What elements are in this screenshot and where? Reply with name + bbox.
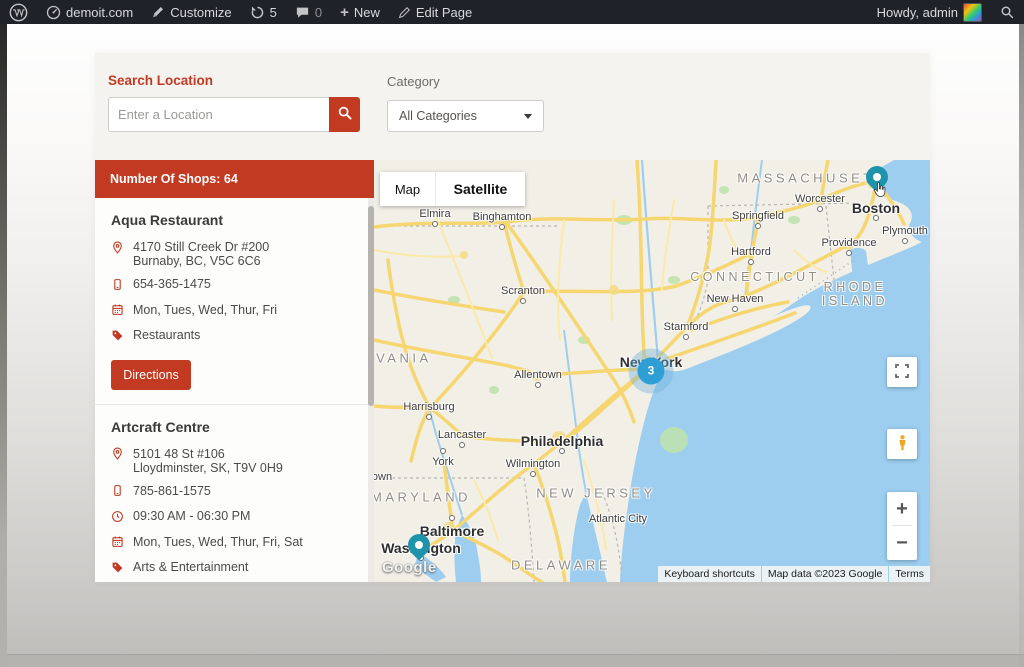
location-input[interactable] <box>108 97 329 132</box>
category-label: Category <box>387 74 440 89</box>
map-canvas[interactable]: MASSACHUSETCONNECTICUTRHODEISLANDLVANIAM… <box>374 160 930 582</box>
shops-list: Aqua Restaurant 4170 Still Creek Dr #200B… <box>95 198 374 582</box>
shops-count-header: Number Of Shops: 64 <box>95 160 374 198</box>
tag-icon <box>111 328 124 345</box>
page-background: Search Location Category All Categories … <box>0 24 1024 667</box>
bottom-band <box>0 654 1024 667</box>
magnifier-icon <box>337 105 353 124</box>
shop-item: Aqua Restaurant 4170 Still Creek Dr #200B… <box>95 198 374 405</box>
shop-detail-row: 4170 Still Creek Dr #200Burnaby, BC, V5C… <box>111 240 358 268</box>
shop-detail-text: 654-365-1475 <box>133 277 211 294</box>
google-logo[interactable]: Google <box>382 559 437 576</box>
map-attribution: Keyboard shortcuts Map data ©2023 Google… <box>658 566 930 582</box>
account-menu[interactable]: Howdy, admin <box>868 0 991 24</box>
howdy-label: Howdy, admin <box>877 5 958 20</box>
shop-detail-text: Restaurants <box>133 328 200 345</box>
new-content-menu[interactable]: + New <box>331 0 389 24</box>
brush-icon <box>151 5 165 19</box>
map-type-button[interactable]: Map <box>380 172 436 206</box>
site-name-menu[interactable]: demoit.com <box>37 0 142 24</box>
calendar-icon <box>111 535 124 552</box>
washington-marker[interactable] <box>408 534 430 556</box>
comments-icon <box>295 5 310 20</box>
shop-detail-row: Restaurants <box>111 328 358 345</box>
shop-detail-text: 09:30 AM - 06:30 PM <box>133 509 250 526</box>
pin-icon <box>111 447 124 475</box>
shop-detail-text: 5101 48 St #106Lloydminster, SK, T9V 0H9 <box>133 447 283 475</box>
screen: demoit.com Customize 5 0 + New Edit Page <box>0 0 1024 667</box>
shop-detail-text: Mon, Tues, Wed, Thur, Fri, Sat <box>133 535 303 552</box>
clock-icon <box>111 509 124 526</box>
shop-detail-text: Arts & Entertainment <box>133 560 248 577</box>
tag-icon <box>111 560 124 577</box>
zoom-in-button[interactable]: + <box>887 492 917 525</box>
edit-page-menu[interactable]: Edit Page <box>389 0 481 24</box>
admin-bar-right: Howdy, admin <box>868 0 1024 24</box>
admin-bar-left: demoit.com Customize 5 0 + New Edit Page <box>0 0 481 24</box>
phone-icon <box>111 484 124 501</box>
store-locator-card: Search Location Category All Categories … <box>95 53 930 582</box>
search-row <box>108 97 360 132</box>
shop-detail-row: Arts & Entertainment <box>111 560 358 577</box>
shop-detail-row: 5101 48 St #106Lloydminster, SK, T9V 0H9 <box>111 447 358 475</box>
shop-name: Artcraft Centre <box>111 419 358 435</box>
shop-detail-row: Mon, Tues, Wed, Thur, Fri <box>111 303 358 320</box>
site-name-label: demoit.com <box>66 5 133 20</box>
terms-link[interactable]: Terms <box>889 566 930 582</box>
map-type-control: Map Satellite <box>380 172 525 206</box>
updates-menu[interactable]: 5 <box>241 0 286 24</box>
shop-name: Aqua Restaurant <box>111 212 358 228</box>
map-data-text: Map data ©2023 Google <box>762 566 889 582</box>
avatar <box>963 3 982 22</box>
phone-icon <box>111 277 124 294</box>
fullscreen-icon <box>895 364 909 381</box>
wp-admin-bar: demoit.com Customize 5 0 + New Edit Page <box>0 0 1024 24</box>
shop-detail-row: 785-861-1575 <box>111 484 358 501</box>
updates-count: 5 <box>270 5 277 20</box>
shop-detail-text: Mon, Tues, Wed, Thur, Fri <box>133 303 277 320</box>
shop-detail-text: 785-861-1575 <box>133 484 211 501</box>
shop-detail-row: 654-365-1475 <box>111 277 358 294</box>
zoom-out-button[interactable]: − <box>887 526 917 559</box>
pegman-icon <box>895 434 910 454</box>
wordpress-logo-menu[interactable] <box>0 0 37 24</box>
satellite-type-button[interactable]: Satellite <box>436 172 525 206</box>
boston-marker[interactable] <box>866 166 888 188</box>
left-edge <box>0 24 7 667</box>
customize-menu[interactable]: Customize <box>142 0 240 24</box>
shop-item: Artcraft Centre 5101 48 St #106Lloydminst… <box>95 405 374 583</box>
location-search-button[interactable] <box>329 97 360 132</box>
pin-icon <box>111 240 124 268</box>
category-selected-value: All Categories <box>399 109 477 123</box>
fullscreen-button[interactable] <box>887 357 917 387</box>
search-toggle[interactable] <box>991 0 1024 24</box>
calendar-icon <box>111 303 124 320</box>
comments-count: 0 <box>315 5 322 20</box>
shop-detail-text: 4170 Still Creek Dr #200Burnaby, BC, V5C… <box>133 240 269 268</box>
pencil-icon <box>398 6 411 19</box>
comments-menu[interactable]: 0 <box>286 0 331 24</box>
shops-panel: Number Of Shops: 64 Aqua Restaurant 4170 … <box>95 160 374 582</box>
directions-button[interactable]: Directions <box>111 360 191 390</box>
zoom-control: + − <box>887 492 917 560</box>
chevron-down-icon <box>524 114 532 119</box>
category-select[interactable]: All Categories <box>387 100 544 132</box>
customize-label: Customize <box>170 5 231 20</box>
edit-page-label: Edit Page <box>416 5 472 20</box>
right-edge <box>1019 24 1024 667</box>
pegman-button[interactable] <box>887 429 917 459</box>
new-label: New <box>354 5 380 20</box>
keyboard-shortcuts-link[interactable]: Keyboard shortcuts <box>658 566 760 582</box>
search-icon <box>1000 5 1015 20</box>
search-location-label: Search Location <box>108 73 213 88</box>
shop-detail-row: Mon, Tues, Wed, Thur, Fri, Sat <box>111 535 358 552</box>
updates-icon <box>250 5 265 20</box>
shop-detail-row: 09:30 AM - 06:30 PM <box>111 509 358 526</box>
new-york-cluster-marker[interactable]: 3 <box>638 358 665 385</box>
wordpress-logo-icon <box>9 3 28 22</box>
dashboard-icon <box>46 5 61 20</box>
plus-icon: + <box>340 5 349 20</box>
